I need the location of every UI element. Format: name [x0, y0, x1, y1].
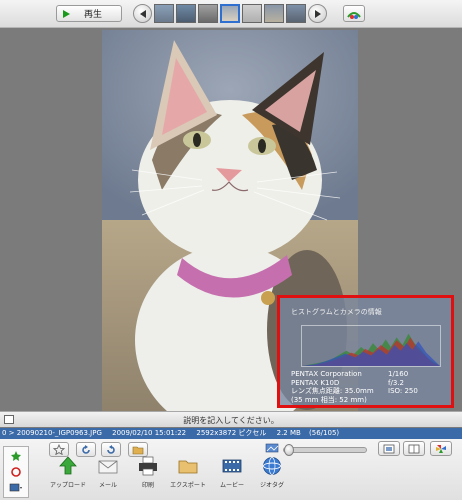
aperture: f/3.2	[388, 378, 404, 387]
compare-view-button[interactable]	[403, 441, 425, 456]
thumbnail-3[interactable]	[198, 4, 218, 23]
rotate-left-icon	[82, 444, 90, 454]
color-adjust-button[interactable]	[343, 5, 365, 22]
play-slideshow-button[interactable]: 再生	[56, 5, 122, 22]
edit-button[interactable]	[128, 442, 148, 457]
folder-small-icon	[132, 446, 144, 454]
print-action[interactable]: 印刷	[130, 456, 166, 498]
next-image-button[interactable]	[308, 4, 327, 23]
mail-action[interactable]: メール	[90, 456, 126, 498]
printer-icon	[139, 456, 157, 476]
histogram-title: ヒストグラムとカメラの情報	[291, 308, 382, 316]
caption-placeholder[interactable]: 説明を記入してください。	[0, 415, 462, 426]
mail-icon	[98, 460, 118, 474]
thumbnail-6[interactable]	[264, 4, 284, 23]
compare-view-icon	[408, 444, 420, 453]
screen-icon	[9, 483, 22, 491]
file-date: 2009/02/10 15:01:22	[112, 429, 187, 437]
iso: ISO: 250	[388, 387, 418, 395]
zoom-slider-knob[interactable]	[284, 444, 294, 456]
pinwheel-icon	[436, 444, 446, 453]
camera-info-row: PENTAX K10D f/3.2	[291, 379, 446, 388]
play-icon	[63, 9, 70, 18]
single-view-icon	[383, 444, 395, 453]
thumbnail-2[interactable]	[176, 4, 196, 23]
arrow-right-icon	[314, 9, 321, 18]
thumbnail-5[interactable]	[242, 4, 262, 23]
histogram-graph	[301, 325, 441, 367]
zoom-image-icon	[265, 443, 279, 453]
star-outline-icon	[53, 444, 65, 455]
globe-icon	[263, 457, 281, 475]
focal-length-35mm: (35 mm 相当: 52 mm)	[291, 395, 367, 404]
camera-info: PENTAX Corporation 1/160 PENTAX K10D f/3…	[291, 370, 446, 404]
favorite-button[interactable]	[49, 442, 69, 457]
camera-info-row: レンズ焦点距離: 35.0mm ISO: 250	[291, 387, 446, 396]
bottom-panel: アップロード メール 印刷 エクスポート ムービー ジオタグ	[0, 439, 462, 500]
upload-action[interactable]: アップロード	[50, 456, 86, 498]
geotag-action[interactable]: ジオタグ	[254, 456, 290, 498]
export-action[interactable]: エクスポート	[170, 456, 206, 498]
arrow-left-icon	[139, 9, 146, 18]
histogram-panel: ヒストグラムとカメラの情報 PENTAX Corporation 1/160 P…	[277, 295, 454, 408]
export-label: エクスポート	[170, 482, 206, 489]
view-mode-button[interactable]	[7, 481, 25, 494]
upload-icon	[59, 456, 77, 475]
movie-action[interactable]: ムービー	[214, 456, 250, 498]
file-dimensions: 2592x3872 ピクセル	[196, 429, 267, 437]
caption-bar[interactable]: 説明を記入してください。	[0, 411, 462, 427]
geotag-label: ジオタグ	[259, 482, 284, 489]
star-icon	[11, 450, 21, 461]
empty-cell	[388, 396, 446, 405]
flag-button[interactable]	[7, 449, 25, 462]
shutter-speed: 1/160	[388, 370, 409, 378]
reject-button[interactable]	[7, 465, 25, 478]
share-button[interactable]	[430, 441, 452, 456]
circle-icon	[11, 466, 21, 477]
palette-icon	[347, 11, 361, 19]
thumbnail-1[interactable]	[154, 4, 174, 23]
rotate-left-button[interactable]	[76, 442, 96, 457]
file-position: (56/105)	[309, 429, 340, 437]
focal-length: レンズ焦点距離: 35.0mm	[291, 387, 374, 395]
camera-info-row: (35 mm 相当: 52 mm)	[291, 396, 446, 405]
folder-icon	[178, 460, 198, 474]
play-label: 再生	[84, 10, 103, 20]
file-path: 0 > 20090210-_IGP0963.JPG	[2, 429, 102, 437]
thumbnail-7[interactable]	[286, 4, 306, 23]
zoom-slider[interactable]	[283, 444, 367, 456]
camera-model: PENTAX K10D	[291, 378, 340, 387]
file-info-bar: 0 > 20090210-_IGP0963.JPG 2009/02/10 15:…	[0, 428, 462, 439]
thumbnail-4-selected[interactable]	[220, 4, 240, 23]
top-toolbar: 再生	[0, 0, 462, 28]
rotate-right-button[interactable]	[101, 442, 121, 457]
previous-image-button[interactable]	[133, 4, 152, 23]
rotate-right-icon	[107, 444, 115, 454]
camera-maker: PENTAX Corporation	[291, 370, 362, 378]
side-tools	[3, 446, 29, 498]
film-icon	[222, 459, 242, 473]
camera-info-row: PENTAX Corporation 1/160	[291, 370, 446, 379]
single-view-button[interactable]	[378, 441, 400, 456]
image-viewer: ヒストグラムとカメラの情報 PENTAX Corporation 1/160 P…	[0, 28, 462, 411]
file-size: 2.2 MB	[276, 429, 301, 437]
